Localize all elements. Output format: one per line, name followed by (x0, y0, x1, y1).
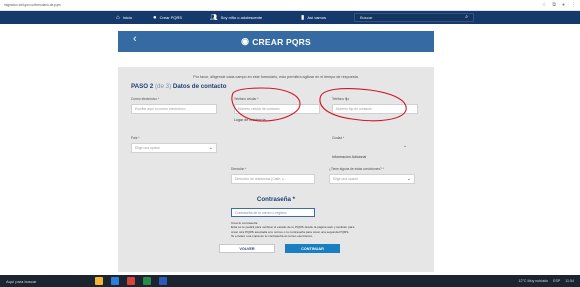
mail-icon[interactable] (143, 277, 151, 285)
word-icon[interactable] (159, 277, 167, 285)
system-tray: 12°C Muy nublado ESP 11:54 (518, 279, 574, 283)
language-text[interactable]: ESP (553, 279, 560, 283)
taskbar-search[interactable]: Aquí para buscar (6, 279, 36, 284)
windows-taskbar: Aquí para buscar 12°C Muy nublado ESP 11… (0, 275, 580, 287)
browser-icon[interactable] (111, 277, 119, 285)
file-explorer-icon[interactable] (95, 277, 103, 285)
red-annotation-circle (319, 88, 407, 122)
red-annotation-circle (231, 87, 301, 122)
screenshot: migracion.icbf.gov.co/formulario-de-pqrs… (0, 0, 580, 287)
annotation-layer (231, 87, 407, 122)
weather-text[interactable]: 12°C Muy nublado (518, 279, 548, 283)
clock-text[interactable]: 11:54 (565, 279, 574, 283)
chrome-icon[interactable] (127, 277, 135, 285)
taskbar-apps (95, 277, 167, 285)
